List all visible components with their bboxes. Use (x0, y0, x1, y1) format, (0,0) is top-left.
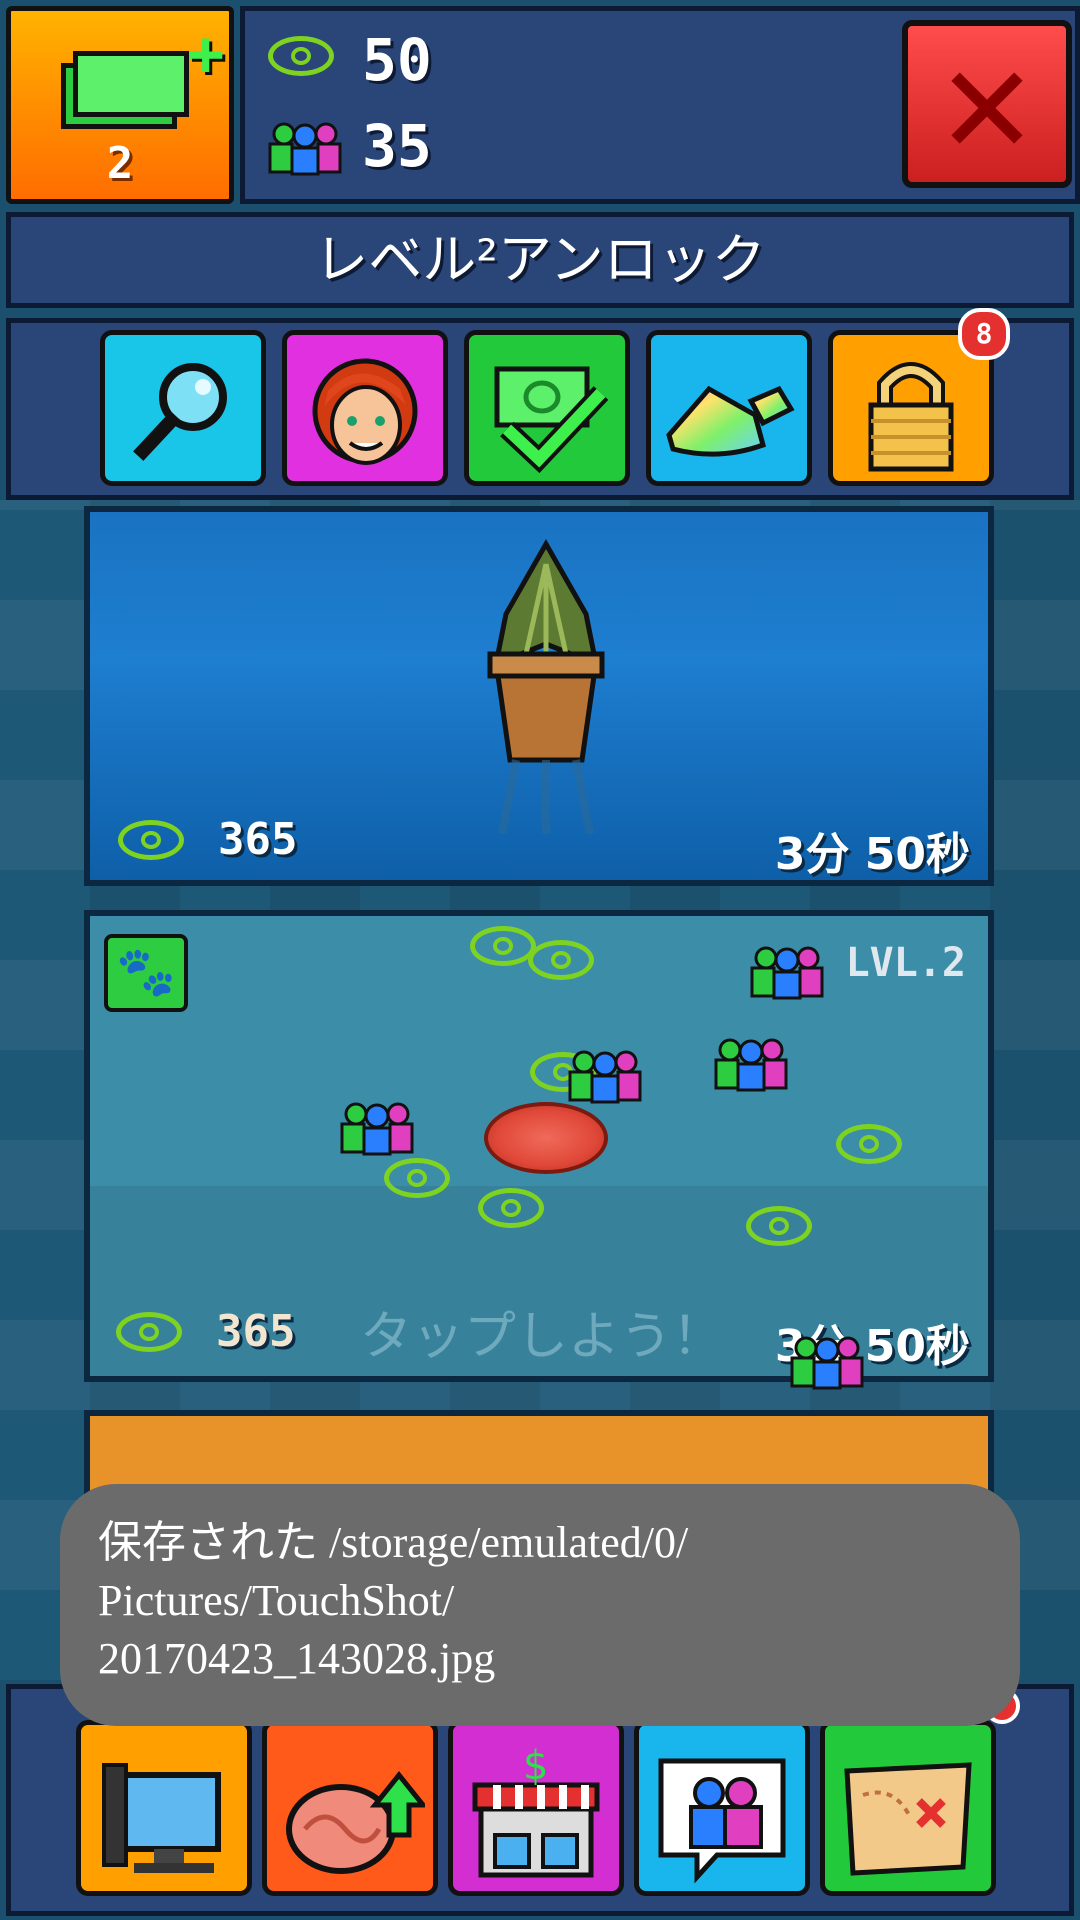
rainbow-crystal-icon (651, 349, 807, 481)
views-eye-icon (118, 820, 184, 860)
subscribers-people-icon (266, 114, 344, 186)
screenshot-saved-toast: 保存された /storage/emulated/0/ Pictures/Touc… (60, 1484, 1020, 1726)
tap-hint: タップしよう！ (360, 1307, 725, 1367)
floating-people-icon[interactable] (788, 1328, 866, 1400)
magnifier-icon (105, 349, 261, 481)
tab-cash-check[interactable] (464, 330, 630, 486)
floating-people-icon[interactable] (338, 1094, 416, 1166)
level-label: LVL.2 (845, 940, 966, 986)
shop-icon: $ (453, 1743, 619, 1891)
views-eye-icon-2 (116, 1312, 182, 1352)
floating-eye-icon[interactable] (528, 940, 594, 980)
floating-people-icon[interactable] (748, 938, 826, 1010)
toast-line-1: 保存された /storage/emulated/0/ (98, 1518, 689, 1567)
people-chat-icon (639, 1745, 805, 1891)
money-check-icon (469, 349, 625, 481)
toast-line-3: 20170423_143028.jpg (98, 1634, 496, 1683)
tab-search[interactable] (100, 330, 266, 486)
plus-icon: + (187, 17, 225, 90)
nav-shop[interactable]: $ (448, 1720, 624, 1896)
nav-social[interactable] (634, 1720, 810, 1896)
potted-plant-icon (476, 534, 616, 838)
subscribers-count: 35 (362, 112, 432, 180)
floating-eye-icon[interactable] (478, 1188, 544, 1228)
card1-value: 365 (218, 814, 298, 865)
card2-value: 365 (216, 1306, 296, 1357)
nav-computer[interactable] (76, 1720, 252, 1896)
buy-cash-button[interactable]: + 2 (6, 6, 234, 204)
cash-count: 2 (106, 138, 134, 189)
toast-line-2: Pictures/TouchShot/ (98, 1576, 455, 1625)
close-button[interactable]: ✕ (902, 20, 1072, 188)
item-card-plant[interactable]: 365 3分 50秒 (84, 506, 994, 886)
tab-crystals[interactable] (646, 330, 812, 486)
floating-eye-icon[interactable] (746, 1206, 812, 1246)
padlock-icon (833, 349, 989, 481)
cash-icon-front (73, 51, 189, 117)
locked-badge: 8 (958, 308, 1010, 360)
treasure-map-icon (825, 1745, 991, 1891)
followers-count: 50 (362, 26, 432, 94)
level-unlock-title: レベル²アンロック (6, 212, 1074, 308)
followers-eye-icon (268, 36, 334, 76)
tab-character[interactable] (282, 330, 448, 486)
nav-map[interactable] (820, 1720, 996, 1896)
floating-eye-icon[interactable] (470, 926, 536, 966)
redhead-avatar-icon (287, 349, 443, 481)
floating-eye-icon[interactable] (836, 1124, 902, 1164)
close-icon: ✕ (941, 14, 1033, 188)
brain-upgrade-icon (267, 1745, 433, 1891)
nav-brain-upgrade[interactable] (262, 1720, 438, 1896)
computer-icon (81, 1745, 247, 1891)
paw-icon: 🐾 (104, 934, 188, 1012)
floating-people-icon[interactable] (712, 1030, 790, 1102)
floating-people-icon[interactable] (566, 1042, 644, 1114)
card1-timer: 3分 50秒 (774, 829, 970, 880)
svg-text:$: $ (523, 1745, 548, 1789)
